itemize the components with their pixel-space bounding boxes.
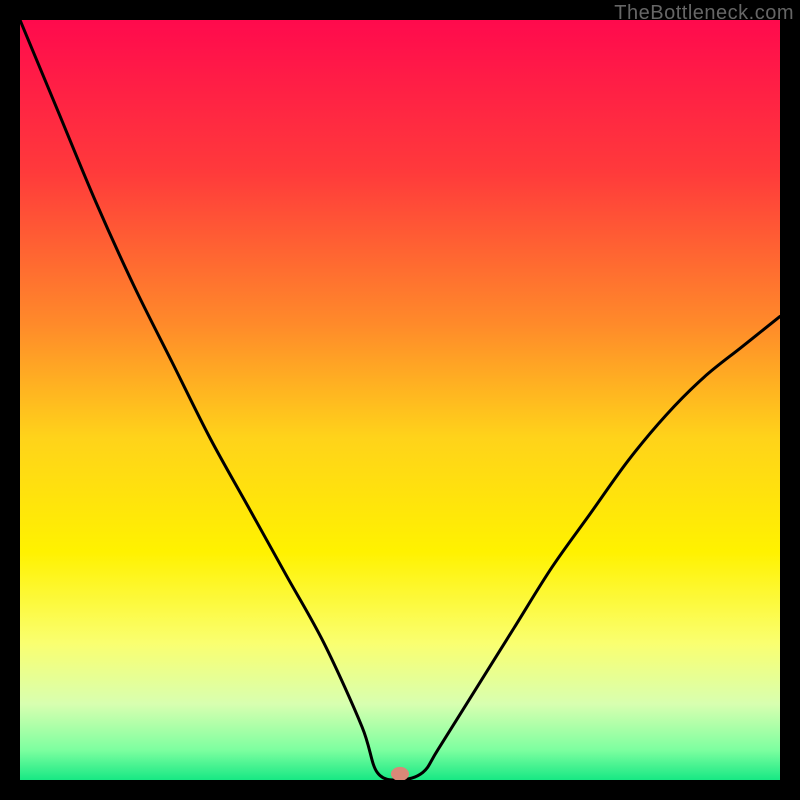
gradient-background: [20, 20, 780, 780]
plot-area: [20, 20, 780, 780]
chart-container: TheBottleneck.com: [0, 0, 800, 800]
chart-svg: [20, 20, 780, 780]
